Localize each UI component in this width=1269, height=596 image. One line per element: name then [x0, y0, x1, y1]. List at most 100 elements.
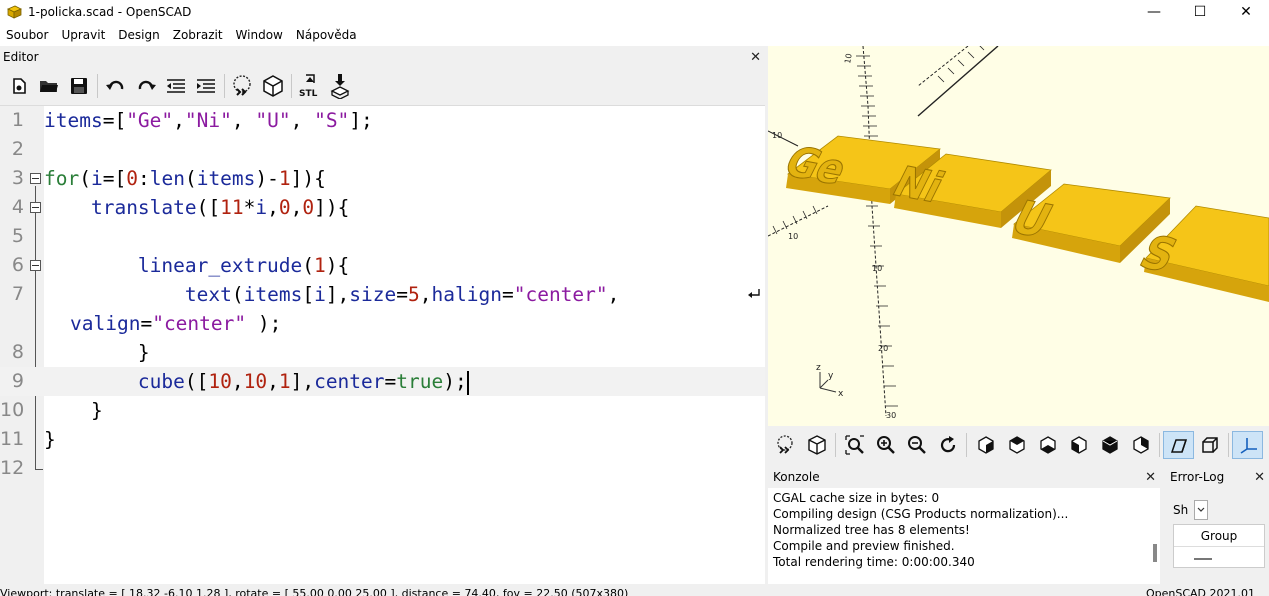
console-close-button[interactable]: ✕	[1145, 470, 1156, 485]
error-log-column-group[interactable]: Group	[1174, 525, 1264, 547]
open-file-icon[interactable]	[34, 72, 64, 100]
view-all-icon[interactable]	[839, 431, 870, 459]
code-text[interactable]: for(i=[0:len(items)-1]){	[44, 164, 326, 193]
menu-upravit[interactable]: Upravit	[55, 28, 112, 42]
fold-toggle-icon[interactable]	[30, 202, 41, 213]
render-icon[interactable]	[801, 431, 832, 459]
menu-soubor[interactable]: Soubor	[0, 28, 55, 42]
menu-design[interactable]: Design	[112, 28, 166, 42]
axis-grid	[768, 46, 999, 417]
3d-viewport[interactable]: 10 10 10 20 30 10 Ge Ni U S z y x	[768, 46, 1269, 426]
code-line[interactable]: 8 }	[0, 338, 765, 367]
window-title: 1-policka.scad - OpenSCAD	[28, 5, 192, 19]
code-text[interactable]: linear_extrude(1){	[44, 251, 349, 280]
unindent-icon[interactable]	[161, 72, 191, 100]
console-scrollbar[interactable]	[1153, 544, 1157, 562]
zoom-out-icon[interactable]	[901, 431, 932, 459]
view-top-icon[interactable]	[1001, 431, 1032, 459]
code-line[interactable]: 6 linear_extrude(1){	[0, 251, 765, 280]
code-line-current[interactable]: 9 cube([10,10,1],center=true);	[0, 367, 765, 396]
console-line: Total rendering time: 0:00:00.340	[773, 555, 975, 569]
editor-toolbar: STL	[0, 68, 765, 104]
view-bottom-icon[interactable]	[1032, 431, 1063, 459]
close-button[interactable]: ✕	[1223, 0, 1269, 24]
save-icon[interactable]	[64, 72, 94, 100]
maximize-button[interactable]: ☐	[1177, 0, 1223, 24]
code-text[interactable]: translate([11*i,0,0]){	[44, 193, 349, 222]
preview-icon[interactable]	[770, 431, 801, 459]
code-editor[interactable]: 1 items=["Ge","Ni", "U", "S"]; 2 3 for(i…	[0, 105, 765, 585]
console-output[interactable]: CGAL cache size in bytes: 0 Compiling de…	[768, 488, 1160, 584]
code-text[interactable]: }	[44, 338, 150, 367]
editor-header: Editor ✕	[0, 46, 765, 68]
editor-title: Editor	[3, 50, 39, 64]
code-text[interactable]: }	[44, 425, 56, 454]
code-text[interactable]: text(items[i],size=5,halign="center",	[44, 280, 631, 309]
console-header: Konzole ✕	[768, 466, 1160, 488]
menu-window[interactable]: Window	[230, 28, 290, 42]
line-number: 12	[0, 457, 25, 479]
code-text[interactable]: items=["Ge","Ni", "U", "S"];	[44, 106, 373, 135]
code-line-wrapped[interactable]: valign="center" );	[0, 309, 765, 338]
render-icon[interactable]	[258, 72, 288, 100]
console-line: Compiling design (CSG Products normaliza…	[773, 507, 1069, 521]
axis-numbers: 10 10 10 20 30 10	[772, 53, 896, 420]
view-right-icon[interactable]	[970, 431, 1001, 459]
editor-panel: Editor ✕ STL 1 items=["Ge","Ni", "U", "S…	[0, 46, 765, 585]
code-line[interactable]: 4 translate([11*i,0,0]){	[0, 193, 765, 222]
orthogonal-icon[interactable]	[1194, 431, 1225, 459]
error-log-close-button[interactable]: ✕	[1254, 470, 1265, 485]
export-stl-icon[interactable]: STL	[295, 72, 325, 100]
console-line: Normalized tree has 8 elements!	[773, 523, 970, 537]
editor-close-button[interactable]: ✕	[750, 50, 761, 65]
view-front-icon[interactable]	[1094, 431, 1125, 459]
svg-text:10: 10	[788, 232, 798, 241]
error-log-table[interactable]: Group	[1173, 524, 1265, 568]
show-axes-icon[interactable]	[1232, 431, 1263, 459]
perspective-icon[interactable]	[1163, 431, 1194, 459]
redo-icon[interactable]	[131, 72, 161, 100]
chevron-down-icon	[1197, 507, 1205, 512]
code-line[interactable]: 5	[0, 222, 765, 251]
svg-text:10: 10	[843, 53, 854, 65]
line-number: 7	[11, 283, 24, 305]
error-log-scrollbar[interactable]	[1194, 558, 1212, 560]
code-text[interactable]: cube([10,10,1],center=true);	[44, 367, 469, 396]
new-file-icon[interactable]	[4, 72, 34, 100]
preview-icon[interactable]	[228, 72, 258, 100]
minimize-button[interactable]: —	[1131, 0, 1177, 24]
toolbar-separator	[224, 74, 225, 98]
code-line[interactable]: 1 items=["Ge","Ni", "U", "S"];	[0, 106, 765, 135]
fold-toggle-icon[interactable]	[30, 260, 41, 271]
code-line[interactable]: 3 for(i=[0:len(items)-1]){	[0, 164, 765, 193]
code-line[interactable]: 7 text(items[i],size=5,halign="center",	[0, 280, 765, 309]
line-number: 3	[11, 167, 24, 189]
reset-view-icon[interactable]	[932, 431, 963, 459]
viewport-canvas[interactable]: 10 10 10 20 30 10 Ge Ni U S z y x	[768, 46, 1269, 426]
axis-label-x: x	[838, 389, 844, 399]
view-back-icon[interactable]	[1125, 431, 1156, 459]
fold-toggle-icon[interactable]	[30, 173, 41, 184]
menu-zobrazit[interactable]: Zobrazit	[167, 28, 230, 42]
word-wrap-icon	[748, 289, 760, 298]
indent-icon[interactable]	[191, 72, 221, 100]
code-line[interactable]: 10 }	[0, 396, 765, 425]
code-line[interactable]: 2	[0, 135, 765, 164]
svg-text:STL: STL	[299, 89, 318, 99]
code-line[interactable]: 11 }	[0, 425, 765, 454]
console-title: Konzole	[773, 470, 820, 484]
undo-icon[interactable]	[101, 72, 131, 100]
send-to-print-icon[interactable]	[325, 72, 355, 100]
code-text[interactable]: valign="center" );	[70, 309, 281, 338]
code-line[interactable]: 12	[0, 454, 765, 483]
line-number: 2	[11, 138, 24, 160]
console-panel: Konzole ✕ CGAL cache size in bytes: 0 Co…	[768, 466, 1160, 584]
error-log-filter-select[interactable]	[1194, 500, 1209, 520]
view-left-icon[interactable]	[1063, 431, 1094, 459]
console-line: CGAL cache size in bytes: 0	[773, 491, 940, 505]
zoom-in-icon[interactable]	[870, 431, 901, 459]
svg-text:10: 10	[872, 264, 882, 273]
title-bar: 1-policka.scad - OpenSCAD — ☐ ✕	[0, 0, 1269, 24]
menu-napoveda[interactable]: Nápověda	[290, 28, 364, 42]
code-text[interactable]: }	[44, 396, 103, 425]
